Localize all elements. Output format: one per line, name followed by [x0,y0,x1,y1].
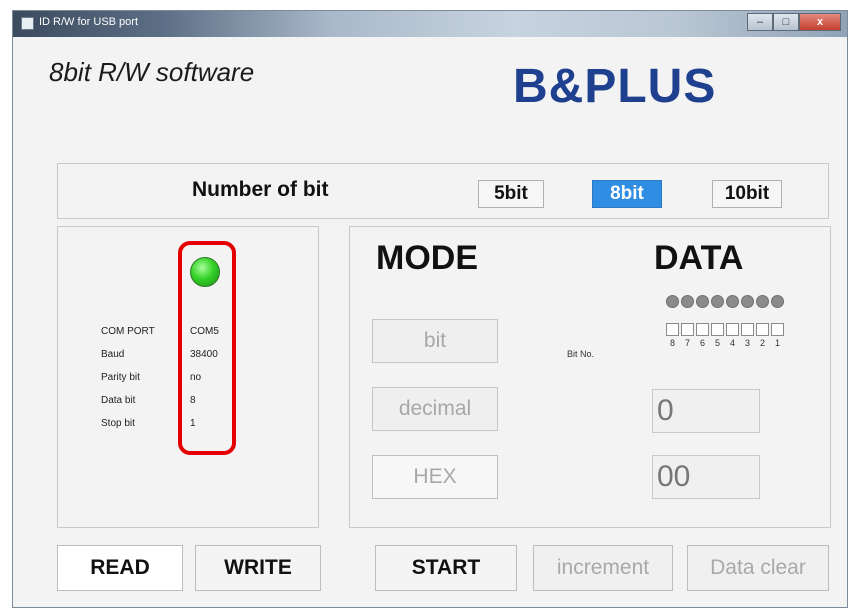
app-icon [21,17,34,30]
window-title: ID R/W for USB port [39,16,139,28]
com-port-value: COM5 [190,326,219,337]
bit-6-checkbox[interactable] [696,323,709,336]
bit-4-checkbox[interactable] [726,323,739,336]
baud-label: Baud [101,349,125,360]
mode-hex-button[interactable]: HEX [372,455,498,499]
bit-8-checkbox[interactable] [666,323,679,336]
bit-indicator-icon [726,295,739,308]
com-values: COM5 38400 no 8 1 [190,320,219,435]
bit-2-checkbox[interactable] [756,323,769,336]
mode-bit-button[interactable]: bit [372,319,498,363]
bit-number: 8 [669,338,675,348]
bit-number: 6 [699,338,705,348]
bit-5-button[interactable]: 5bit [478,180,544,208]
bit-indicator-row [666,295,784,308]
app-window: ID R/W for USB port – □ x 8bit R/W softw… [12,10,848,608]
read-button[interactable]: READ [57,545,183,591]
stop-bit-value: 1 [190,418,196,429]
title-bar[interactable]: ID R/W for USB port – □ x [13,11,847,37]
window-controls: – □ x [747,13,841,31]
data-clear-button[interactable]: Data clear [687,545,829,591]
data-bit-value: 8 [190,395,196,406]
start-button[interactable]: START [375,545,517,591]
bit-number: 1 [774,338,780,348]
data-heading: DATA [654,239,744,277]
bit-number: 4 [729,338,735,348]
data-bit-label: Data bit [101,395,136,406]
hex-value-field[interactable]: 00 [652,455,760,499]
bit-number: 5 [714,338,720,348]
bit-indicator-icon [756,295,769,308]
com-labels: COM PORT Baud Parity bit Data bit Stop b… [101,320,155,435]
com-port-label: COM PORT [101,326,155,337]
decimal-value-field[interactable]: 0 [652,389,760,433]
bit-count-panel: Number of bit 5bit 8bit 10bit [57,163,829,219]
close-button[interactable]: x [799,13,841,31]
bit-indicator-icon [696,295,709,308]
increment-button[interactable]: increment [533,545,673,591]
parity-bit-value: no [190,372,202,383]
bit-number-row: 8 7 6 5 4 3 2 1 [666,338,784,348]
minimize-button[interactable]: – [747,13,773,31]
brand-logo: B&PLUS [513,60,717,113]
bit-3-checkbox[interactable] [741,323,754,336]
bit-number: 7 [684,338,690,348]
app-title: 8bit R/W software [49,57,255,87]
bit-indicator-icon [711,295,724,308]
mode-data-panel: MODE DATA 8 7 6 5 4 3 2 1 Bit No. bit de… [349,226,831,528]
stop-bit-label: Stop bit [101,418,135,429]
bit-1-checkbox[interactable] [771,323,784,336]
bit-indicator-icon [681,295,694,308]
bit-indicator-icon [741,295,754,308]
bit-number: 2 [759,338,765,348]
mode-heading: MODE [376,239,478,277]
bit-count-label: Number of bit [192,178,329,201]
bit-indicator-icon [666,295,679,308]
mode-decimal-button[interactable]: decimal [372,387,498,431]
bit-8-button[interactable]: 8bit [592,180,662,208]
bit-indicator-icon [771,295,784,308]
bit-no-label: Bit No. [567,349,595,359]
bit-10-button[interactable]: 10bit [712,180,782,208]
maximize-button[interactable]: □ [773,13,799,31]
write-button[interactable]: WRITE [195,545,321,591]
parity-bit-label: Parity bit [101,372,140,383]
bit-checkbox-row [666,323,784,336]
bit-number: 3 [744,338,750,348]
bit-7-checkbox[interactable] [681,323,694,336]
com-settings-panel: COM PORT Baud Parity bit Data bit Stop b… [57,226,319,528]
bit-5-checkbox[interactable] [711,323,724,336]
baud-value: 38400 [190,349,218,360]
